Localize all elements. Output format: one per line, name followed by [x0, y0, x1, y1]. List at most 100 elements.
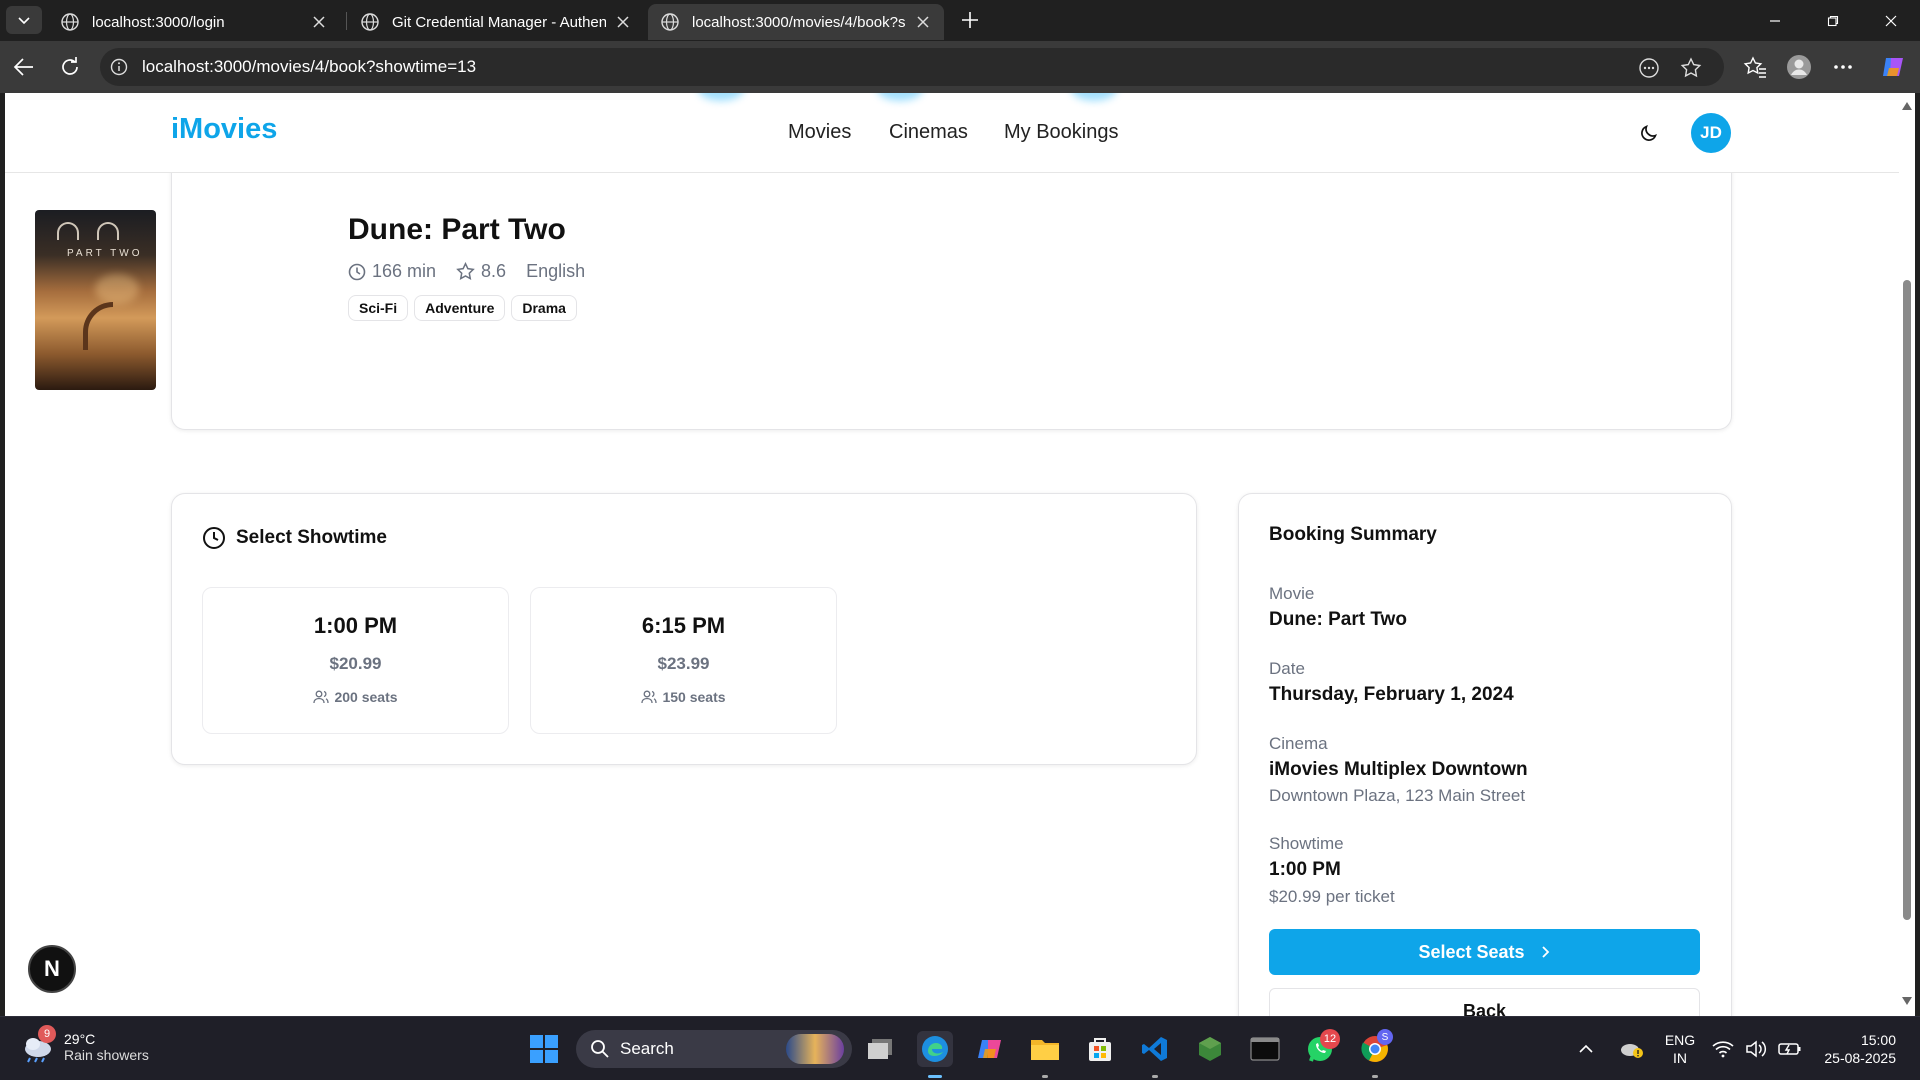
taskbar-terminal[interactable] [1247, 1031, 1283, 1067]
minimize-icon [1770, 19, 1780, 22]
close-icon [313, 16, 325, 28]
show-hidden-icons-button[interactable] [1574, 1031, 1598, 1067]
nav-movies[interactable]: Movies [788, 121, 851, 144]
nextjs-dev-badge[interactable]: N [28, 945, 76, 993]
taskbar-copilot[interactable] [972, 1031, 1008, 1067]
scrollbar-thumb[interactable] [1903, 280, 1911, 920]
site-logo[interactable]: iMovies [171, 113, 277, 146]
genre-badge: Adventure [414, 295, 506, 321]
more-options-circle-icon[interactable] [1638, 57, 1660, 79]
clock[interactable]: 15:00 25-08-2025 [1810, 1031, 1896, 1067]
tab-list-button[interactable] [6, 6, 42, 34]
whatsapp-badge: 12 [1320, 1029, 1340, 1049]
back-button[interactable] [8, 51, 40, 83]
weather-condition: Rain showers [64, 1047, 149, 1063]
restore-button[interactable] [1804, 0, 1862, 41]
onedrive-button[interactable] [1618, 1031, 1646, 1067]
task-view-button[interactable] [862, 1031, 898, 1067]
taskbar-vscode[interactable] [1137, 1031, 1173, 1067]
search-icon [591, 1040, 609, 1058]
movie-language: English [526, 261, 586, 281]
summary-cinema-label: Cinema [1269, 734, 1328, 753]
movie-info-card [171, 153, 1732, 430]
scroll-down-arrow-icon[interactable] [1900, 995, 1914, 1007]
select-seats-button[interactable]: Select Seats [1269, 929, 1700, 975]
taskbar-store[interactable] [1082, 1031, 1118, 1067]
favorites-button[interactable] [1742, 54, 1768, 80]
close-tab-button[interactable] [614, 13, 632, 31]
genre-badge: Drama [511, 295, 577, 321]
profile-button[interactable] [1786, 54, 1812, 80]
slot-seats: 200 seats [203, 689, 508, 705]
browser-tab-booking[interactable]: localhost:3000/movies/4/book?sh [648, 4, 944, 40]
folder-icon [1031, 1040, 1059, 1060]
showtime-slot[interactable]: 1:00 PM $20.99 200 seats [202, 587, 509, 734]
header-decoration [698, 93, 744, 101]
nav-my-bookings[interactable]: My Bookings [1004, 121, 1119, 144]
new-tab-button[interactable] [956, 6, 984, 34]
reload-icon [62, 57, 78, 75]
search-highlight-image [786, 1034, 844, 1064]
close-tab-button[interactable] [310, 13, 328, 31]
scroll-up-arrow-icon[interactable] [1900, 100, 1914, 112]
back-button[interactable]: Back [1269, 988, 1700, 1016]
star-icon[interactable] [1680, 57, 1702, 79]
summary-date-label: Date [1269, 659, 1305, 678]
restore-icon [1827, 15, 1839, 26]
taskbar-file-explorer[interactable] [1027, 1031, 1063, 1067]
weather-widget[interactable]: 9 29°C Rain showers [20, 1025, 149, 1065]
showtime-slot[interactable]: 6:15 PM $23.99 150 seats [530, 587, 837, 734]
close-icon [1885, 15, 1897, 26]
movie-rating: 8.6 [456, 261, 506, 282]
taskbar-search[interactable]: Search [576, 1030, 852, 1068]
summary-cinema-address: Downtown Plaza, 123 Main Street [1269, 786, 1526, 805]
taskbar-edge[interactable] [917, 1031, 953, 1067]
address-bar[interactable]: localhost:3000/movies/4/book?showtime=13 [100, 48, 1724, 86]
close-icon [617, 16, 629, 28]
copilot-icon [978, 1040, 1001, 1058]
close-tab-button[interactable] [914, 13, 932, 31]
battery-charging-icon [1778, 1043, 1801, 1055]
nav-cinemas[interactable]: Cinemas [889, 121, 968, 144]
close-window-button[interactable] [1862, 0, 1920, 41]
browser-toolbar: localhost:3000/movies/4/book?showtime=13 [0, 41, 1920, 93]
windows-icon [530, 1035, 558, 1063]
running-indicator [1152, 1075, 1158, 1078]
language-indicator[interactable]: ENG IN [1662, 1031, 1698, 1067]
users-icon [313, 690, 330, 704]
movie-poster: PART TWO [35, 210, 156, 390]
quick-settings-button[interactable] [1712, 1031, 1802, 1067]
showtime-card: Select Showtime 1:00 PM $20.99 200 seats… [171, 493, 1197, 765]
summary-heading: Booking Summary [1269, 524, 1437, 545]
movie-title: Dune: Part Two [348, 213, 566, 246]
taskbar-nodejs[interactable] [1192, 1031, 1228, 1067]
favorites-icon [1743, 56, 1766, 78]
minimize-button[interactable] [1746, 0, 1804, 41]
url-text[interactable]: localhost:3000/movies/4/book?showtime=13 [142, 57, 476, 77]
page-viewport: PART TWO Dune: Part Two 166 min 8.6 Engl… [5, 93, 1904, 1016]
settings-menu-button[interactable] [1830, 54, 1856, 80]
copilot-button[interactable] [1880, 54, 1906, 80]
showtime-heading: Select Showtime [202, 526, 387, 550]
reload-button[interactable] [54, 51, 86, 83]
slot-time: 1:00 PM [313, 613, 398, 638]
header-decoration [877, 93, 923, 101]
header-decoration [1071, 93, 1117, 101]
tab-title: localhost:3000/movies/4/book?sh [692, 13, 906, 31]
running-indicator [1042, 1075, 1048, 1078]
user-avatar[interactable]: JD [1691, 113, 1731, 153]
start-button[interactable] [526, 1031, 562, 1067]
browser-tab-git[interactable]: Git Credential Manager - Authent [348, 4, 644, 40]
info-icon[interactable] [110, 58, 128, 76]
browser-tab-login[interactable]: localhost:3000/login [48, 4, 340, 40]
chevron-up-icon [1579, 1044, 1593, 1053]
chevron-down-icon [18, 17, 30, 25]
theme-toggle-button[interactable] [1635, 119, 1663, 147]
summary-date-value: Thursday, February 1, 2024 [1269, 684, 1514, 705]
edge-icon [922, 1036, 948, 1062]
wifi-icon [1712, 1041, 1734, 1058]
weather-badge: 9 [38, 1025, 56, 1043]
vscode-icon [1142, 1037, 1167, 1061]
slot-seats: 150 seats [531, 689, 836, 705]
globe-icon [61, 13, 79, 31]
